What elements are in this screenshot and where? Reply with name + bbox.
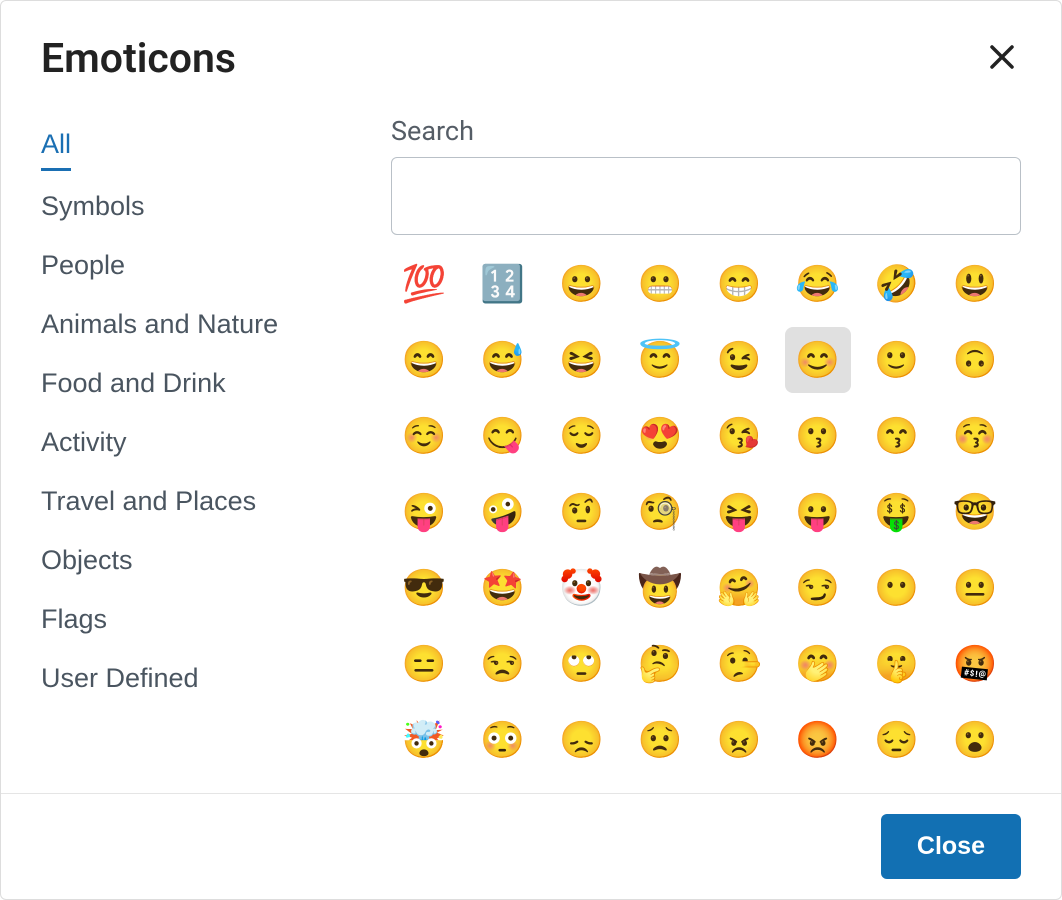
emoji-star-struck[interactable]: 🤩 <box>470 555 536 621</box>
dialog-footer: Close <box>1 793 1061 899</box>
emoji-face-raised-eyebrow[interactable]: 🤨 <box>549 479 615 545</box>
emoji-kissing-face-closed-eyes[interactable]: 😚 <box>942 403 1008 469</box>
emoji-zany-face[interactable]: 🤪 <box>470 479 536 545</box>
emoji-face-blowing-kiss[interactable]: 😘 <box>706 403 772 469</box>
emoji-smiling-face-sunglasses[interactable]: 😎 <box>391 555 457 621</box>
emoji-cowboy-hat-face[interactable]: 🤠 <box>627 555 693 621</box>
emoji-grinning-face-smiling-eyes[interactable]: 😄 <box>391 327 457 393</box>
emoji-grimacing-face[interactable]: 😬 <box>627 251 693 317</box>
emoji-hugging-face[interactable]: 🤗 <box>706 555 772 621</box>
emoji-scroll-area[interactable]: 💯🔢😀😬😁😂🤣😃 😄😅😆😇😉😊🙂🙃 ☺️😋😌😍😘😗😙😚 😜🤪🤨🧐😝😛🤑🤓 😎🤩🤡🤠🤗😏😶… <box>391 251 1021 783</box>
category-list: All SymbolsPeopleAnimals and NatureFood a… <box>41 115 351 783</box>
x-icon <box>989 44 1015 70</box>
emoji-smiling-face[interactable]: ☺️ <box>391 403 457 469</box>
category-user-defined[interactable]: User Defined <box>41 649 199 708</box>
close-icon[interactable] <box>983 37 1021 81</box>
emoji-smirking-face[interactable]: 😏 <box>785 555 851 621</box>
emoji-slightly-smiling-face[interactable]: 🙂 <box>864 327 930 393</box>
main-area: Search 💯🔢😀😬😁😂🤣😃 😄😅😆😇😉😊🙂🙃 ☺️😋😌😍😘😗😙😚 😜🤪🤨🧐😝😛🤑🤓… <box>391 115 1021 783</box>
emoji-face-symbols-on-mouth[interactable]: 🤬 <box>942 631 1008 697</box>
emoji-disappointed-face[interactable]: 😞 <box>549 707 615 773</box>
emoji-input-numbers[interactable]: 🔢 <box>470 251 536 317</box>
emoji-face-hand-over-mouth[interactable]: 🤭 <box>785 631 851 697</box>
emoji-grid: 💯🔢😀😬😁😂🤣😃 😄😅😆😇😉😊🙂🙃 ☺️😋😌😍😘😗😙😚 😜🤪🤨🧐😝😛🤑🤓 😎🤩🤡🤠🤗😏😶… <box>391 251 1011 773</box>
category-flags[interactable]: Flags <box>41 590 107 649</box>
emoji-smiling-face-smiling-eyes[interactable]: 😊 <box>785 327 851 393</box>
emoji-kissing-face-smiling-eyes[interactable]: 😙 <box>864 403 930 469</box>
dialog-title: Emoticons <box>41 35 236 83</box>
emoticon-dialog: Emoticons All SymbolsPeopleAnimals and Na… <box>0 0 1062 900</box>
category-people[interactable]: People <box>41 236 125 295</box>
emoji-upside-down-face[interactable]: 🙃 <box>942 327 1008 393</box>
emoji-angry-face[interactable]: 😠 <box>706 707 772 773</box>
emoji-face-with-tears-of-joy[interactable]: 😂 <box>785 251 851 317</box>
emoji-winking-face-tongue[interactable]: 😜 <box>391 479 457 545</box>
category-symbols[interactable]: Symbols <box>41 177 145 236</box>
emoji-expressionless-face[interactable]: 😑 <box>391 631 457 697</box>
dialog-header: Emoticons <box>1 1 1061 93</box>
emoji-exploding-head[interactable]: 🤯 <box>391 707 457 773</box>
emoji-smiling-face-halo[interactable]: 😇 <box>627 327 693 393</box>
category-all[interactable]: All <box>41 115 71 171</box>
emoji-grinning-face-sweat[interactable]: 😅 <box>470 327 536 393</box>
emoji-squinting-face-tongue[interactable]: 😝 <box>706 479 772 545</box>
emoji-face-savoring-food[interactable]: 😋 <box>470 403 536 469</box>
emoji-grinning-squinting-face[interactable]: 😆 <box>549 327 615 393</box>
emoji-beaming-face[interactable]: 😁 <box>706 251 772 317</box>
emoji-kissing-face[interactable]: 😗 <box>785 403 851 469</box>
emoji-money-mouth-face[interactable]: 🤑 <box>864 479 930 545</box>
emoji-face-open-mouth[interactable]: 😮 <box>942 707 1008 773</box>
emoji-hundred-points[interactable]: 💯 <box>391 251 457 317</box>
emoji-pouting-face[interactable]: 😡 <box>785 707 851 773</box>
emoji-winking-face[interactable]: 😉 <box>706 327 772 393</box>
emoji-thinking-face[interactable]: 🤔 <box>627 631 693 697</box>
emoji-face-without-mouth[interactable]: 😶 <box>864 555 930 621</box>
emoji-grinning-face[interactable]: 😀 <box>549 251 615 317</box>
search-label: Search <box>391 115 1021 147</box>
emoji-face-rolling-eyes[interactable]: 🙄 <box>549 631 615 697</box>
emoji-face-monocle[interactable]: 🧐 <box>627 479 693 545</box>
emoji-unamused-face[interactable]: 😒 <box>470 631 536 697</box>
emoji-clown-face[interactable]: 🤡 <box>549 555 615 621</box>
category-objects[interactable]: Objects <box>41 531 133 590</box>
emoji-lying-face[interactable]: 🤥 <box>706 631 772 697</box>
emoji-shushing-face[interactable]: 🤫 <box>864 631 930 697</box>
emoji-grinning-face-big-eyes[interactable]: 😃 <box>942 251 1008 317</box>
dialog-body: All SymbolsPeopleAnimals and NatureFood a… <box>1 93 1061 793</box>
search-input[interactable] <box>391 157 1021 235</box>
emoji-smiling-face-heart-eyes[interactable]: 😍 <box>627 403 693 469</box>
category-food-drink[interactable]: Food and Drink <box>41 354 226 413</box>
emoji-rolling-on-the-floor-laughing[interactable]: 🤣 <box>864 251 930 317</box>
emoji-pensive-face[interactable]: 😔 <box>864 707 930 773</box>
category-travel-places[interactable]: Travel and Places <box>41 472 256 531</box>
close-button[interactable]: Close <box>881 814 1021 879</box>
emoji-nerd-face[interactable]: 🤓 <box>942 479 1008 545</box>
emoji-neutral-face[interactable]: 😐 <box>942 555 1008 621</box>
emoji-flushed-face[interactable]: 😳 <box>470 707 536 773</box>
emoji-worried-face[interactable]: 😟 <box>627 707 693 773</box>
category-animals-nature[interactable]: Animals and Nature <box>41 295 278 354</box>
category-activity[interactable]: Activity <box>41 413 127 472</box>
emoji-relieved-face[interactable]: 😌 <box>549 403 615 469</box>
emoji-face-tongue[interactable]: 😛 <box>785 479 851 545</box>
